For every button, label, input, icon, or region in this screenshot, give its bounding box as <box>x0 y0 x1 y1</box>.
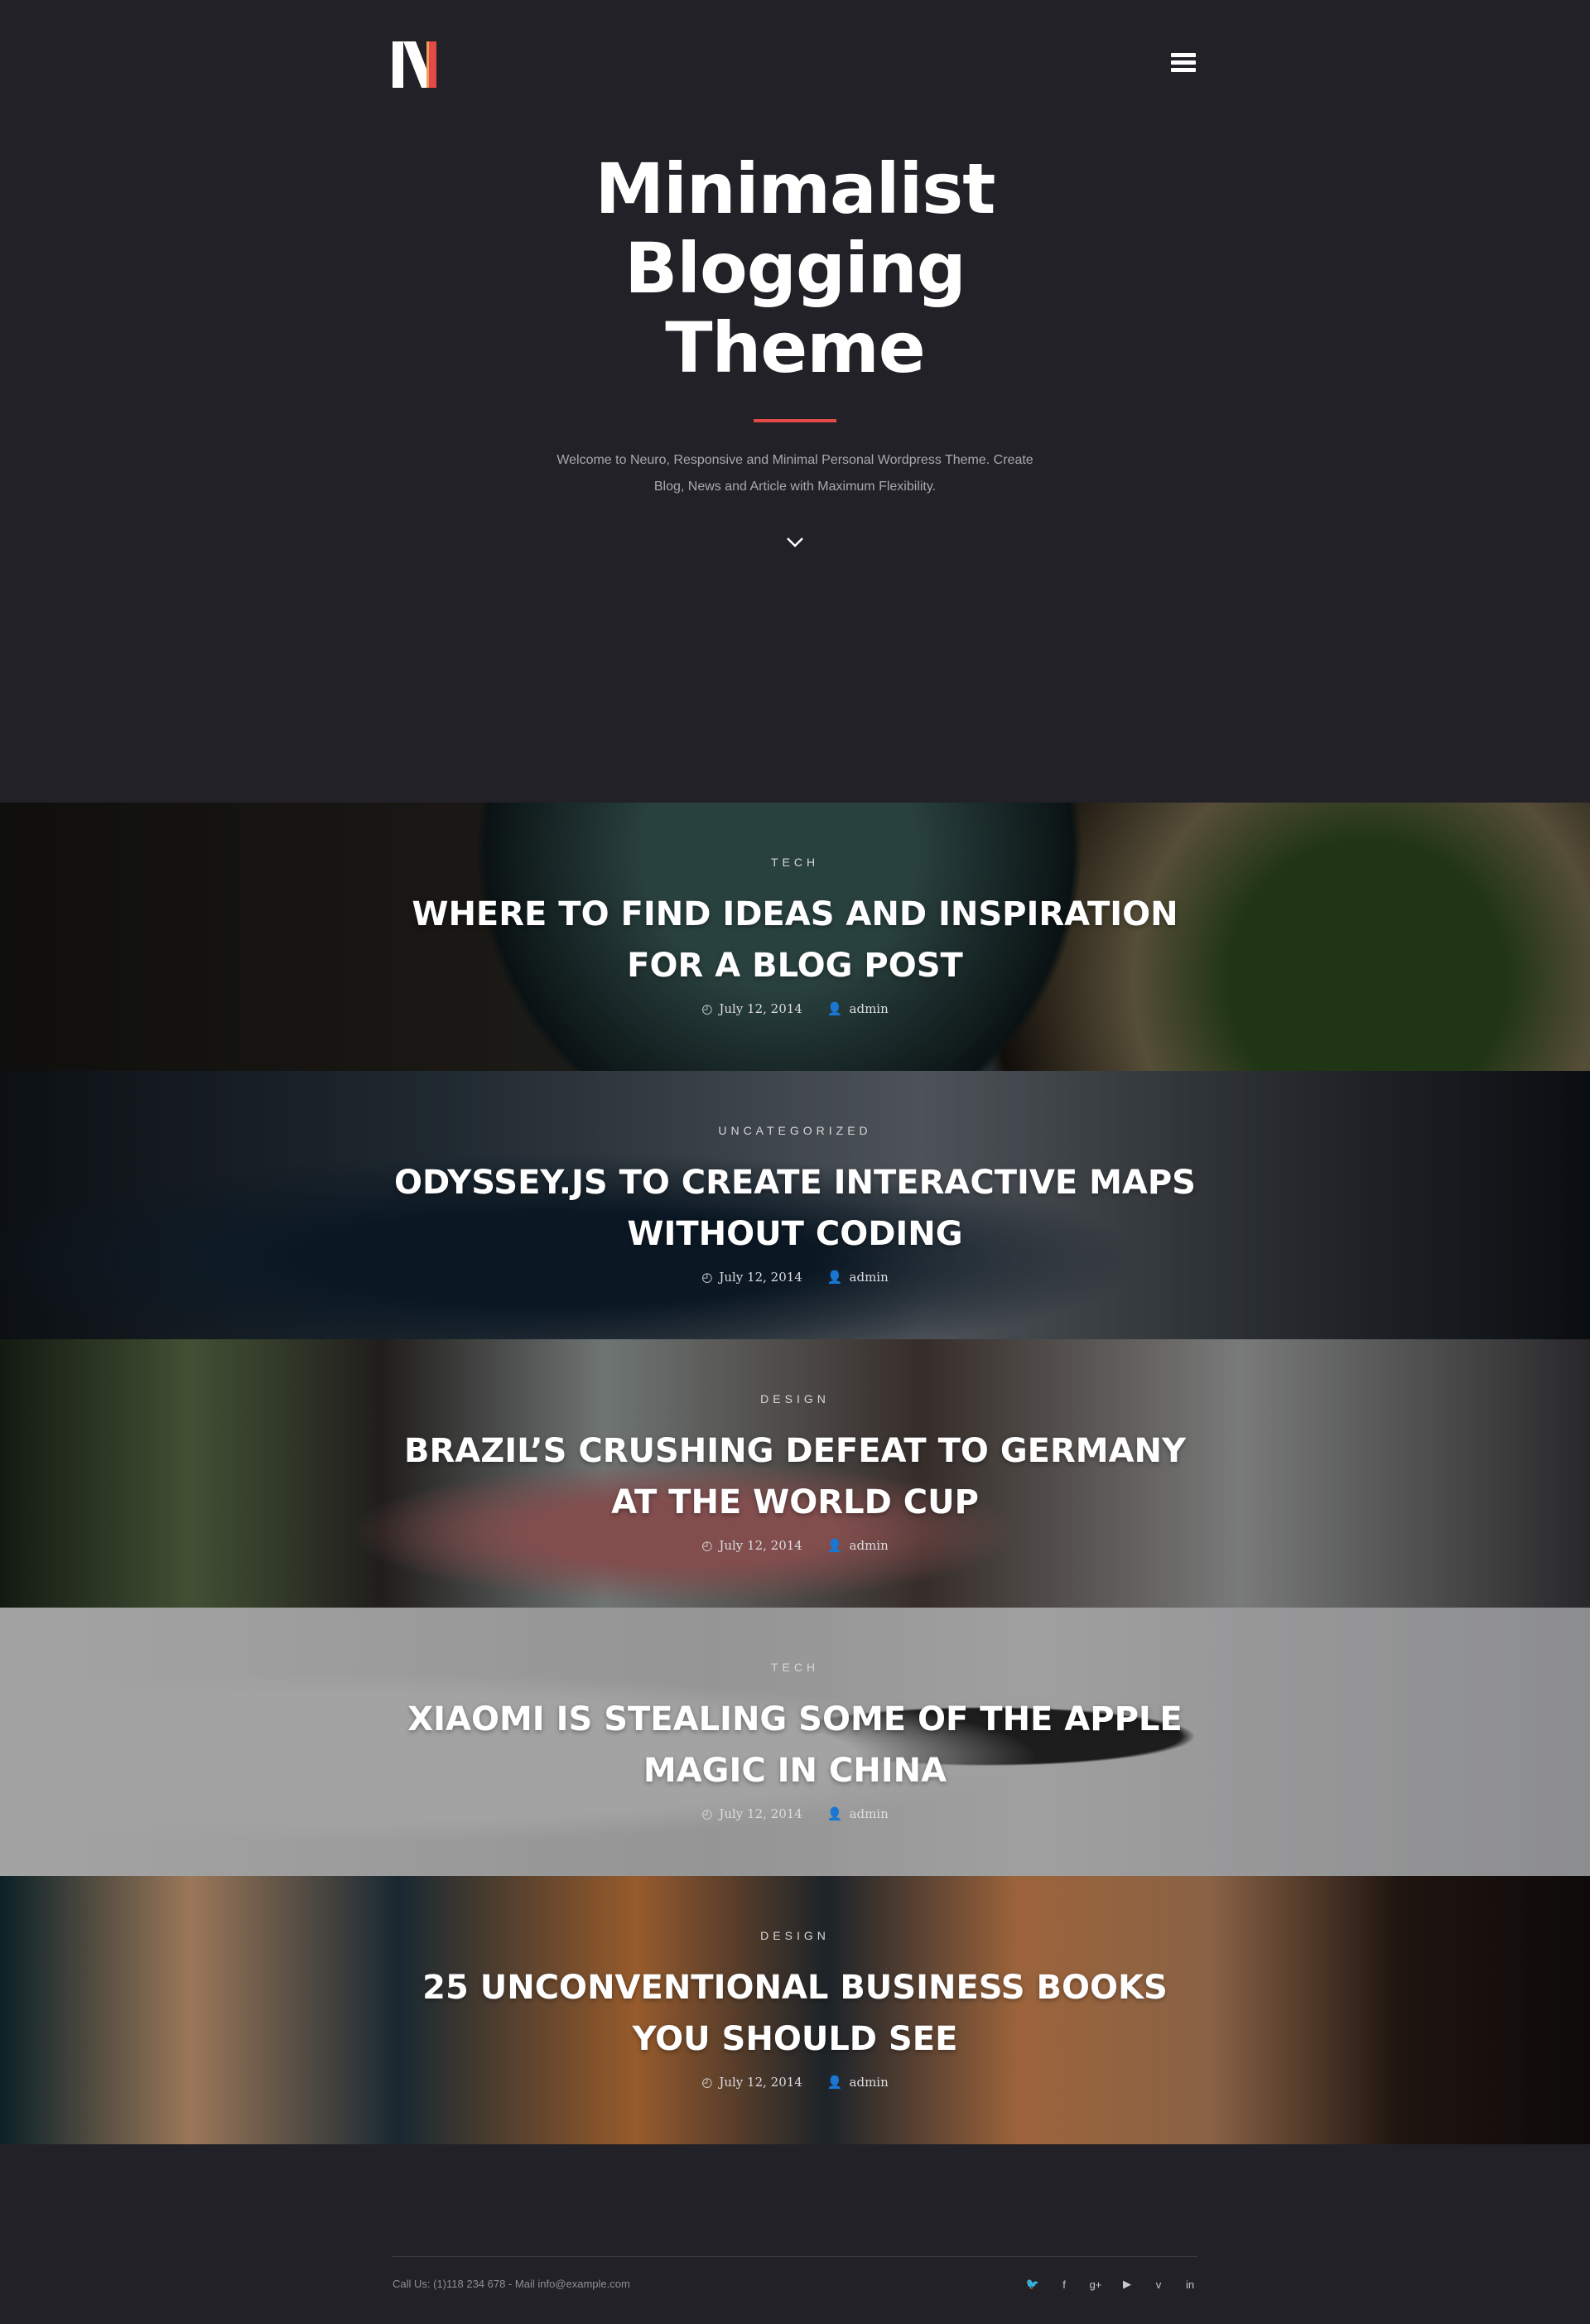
logo-n-icon <box>393 41 436 88</box>
post-category[interactable]: TECH <box>0 856 1590 870</box>
post-author[interactable]: 👤 admin <box>827 1806 889 1821</box>
hero-title-line3: Theme <box>665 307 926 388</box>
post-meta: ◴ July 12, 2014 👤 admin <box>0 1806 1590 1821</box>
user-icon: 👤 <box>826 1538 843 1553</box>
post-date: ◴ July 12, 2014 <box>701 1806 802 1821</box>
post-author[interactable]: 👤 admin <box>827 1270 889 1285</box>
post-author[interactable]: 👤 admin <box>827 1538 889 1553</box>
post-author[interactable]: 👤 admin <box>827 1001 889 1016</box>
post-list: TECH WHERE TO FIND IDEAS AND INSPIRATION… <box>0 803 1590 2144</box>
post-category[interactable]: DESIGN <box>0 1929 1590 1944</box>
post-card[interactable]: DESIGN BRAZIL’S CRUSHING DEFEAT TO GERMA… <box>0 1339 1590 1608</box>
clock-icon: ◴ <box>701 1806 713 1821</box>
post-title[interactable]: WHERE TO FIND IDEAS AND INSPIRATION FOR … <box>381 889 1209 991</box>
post-card[interactable]: DESIGN 25 UNCONVENTIONAL BUSINESS BOOKS … <box>0 1876 1590 2144</box>
user-icon: 👤 <box>826 1806 843 1821</box>
post-title[interactable]: ODYSSEY.JS TO CREATE INTERACTIVE MAPS WI… <box>381 1157 1209 1260</box>
clock-icon: ◴ <box>701 1538 713 1553</box>
hero-divider <box>754 419 836 422</box>
post-title[interactable]: 25 UNCONVENTIONAL BUSINESS BOOKS YOU SHO… <box>381 1962 1209 2065</box>
post-meta: ◴ July 12, 2014 👤 admin <box>0 1538 1590 1553</box>
twitter-icon[interactable]: 🐦 <box>1025 2278 1040 2291</box>
post-card[interactable]: TECH WHERE TO FIND IDEAS AND INSPIRATION… <box>0 803 1590 1071</box>
post-date: ◴ July 12, 2014 <box>701 1001 802 1016</box>
post-author[interactable]: 👤 admin <box>827 2075 889 2090</box>
post-title[interactable]: BRAZIL’S CRUSHING DEFEAT TO GERMANY AT T… <box>381 1425 1209 1528</box>
clock-icon: ◴ <box>701 1001 713 1016</box>
hero-description: Welcome to Neuro, Responsive and Minimal… <box>556 453 1034 494</box>
user-icon: 👤 <box>826 1270 843 1285</box>
youtube-icon[interactable]: ▶ <box>1120 2278 1135 2291</box>
hero-title-line1: Minimalist <box>595 148 996 229</box>
linkedin-icon[interactable]: in <box>1183 2278 1197 2291</box>
post-category[interactable]: TECH <box>0 1661 1590 1675</box>
post-card[interactable]: UNCATEGORIZED ODYSSEY.JS TO CREATE INTER… <box>0 1071 1590 1339</box>
hero-section: Minimalist Blogging Theme Welcome to Neu… <box>0 149 1590 552</box>
post-meta: ◴ July 12, 2014 👤 admin <box>0 2075 1590 2090</box>
post-category[interactable]: UNCATEGORIZED <box>0 1124 1590 1139</box>
hamburger-menu-icon[interactable] <box>1171 53 1197 76</box>
footer-contact: Call Us: (1)118 234 678 - Mail info@exam… <box>393 2278 630 2290</box>
site-logo[interactable] <box>393 41 442 88</box>
post-meta: ◴ July 12, 2014 👤 admin <box>0 1001 1590 1016</box>
post-date: ◴ July 12, 2014 <box>701 1270 802 1285</box>
post-category[interactable]: DESIGN <box>0 1392 1590 1407</box>
site-header <box>393 41 1197 88</box>
hero-title: Minimalist Blogging Theme <box>580 149 1010 388</box>
post-title[interactable]: XIAOMI IS STEALING SOME OF THE APPLE MAG… <box>381 1694 1209 1796</box>
vimeo-icon[interactable]: v <box>1151 2278 1166 2291</box>
post-date: ◴ July 12, 2014 <box>701 2075 802 2090</box>
social-links: 🐦 f g+ ▶ v in <box>1025 2278 1197 2291</box>
hero-title-line2: Blogging <box>624 228 966 309</box>
clock-icon: ◴ <box>701 2075 713 2090</box>
google-plus-icon[interactable]: g+ <box>1088 2278 1103 2291</box>
user-icon: 👤 <box>826 1001 843 1016</box>
post-date: ◴ July 12, 2014 <box>701 1538 802 1553</box>
user-icon: 👤 <box>826 2075 843 2090</box>
post-meta: ◴ July 12, 2014 👤 admin <box>0 1270 1590 1285</box>
post-card[interactable]: TECH XIAOMI IS STEALING SOME OF THE APPL… <box>0 1608 1590 1876</box>
facebook-icon[interactable]: f <box>1057 2278 1072 2291</box>
chevron-down-icon[interactable] <box>783 532 807 552</box>
clock-icon: ◴ <box>701 1270 713 1285</box>
footer-divider <box>393 2256 1197 2257</box>
